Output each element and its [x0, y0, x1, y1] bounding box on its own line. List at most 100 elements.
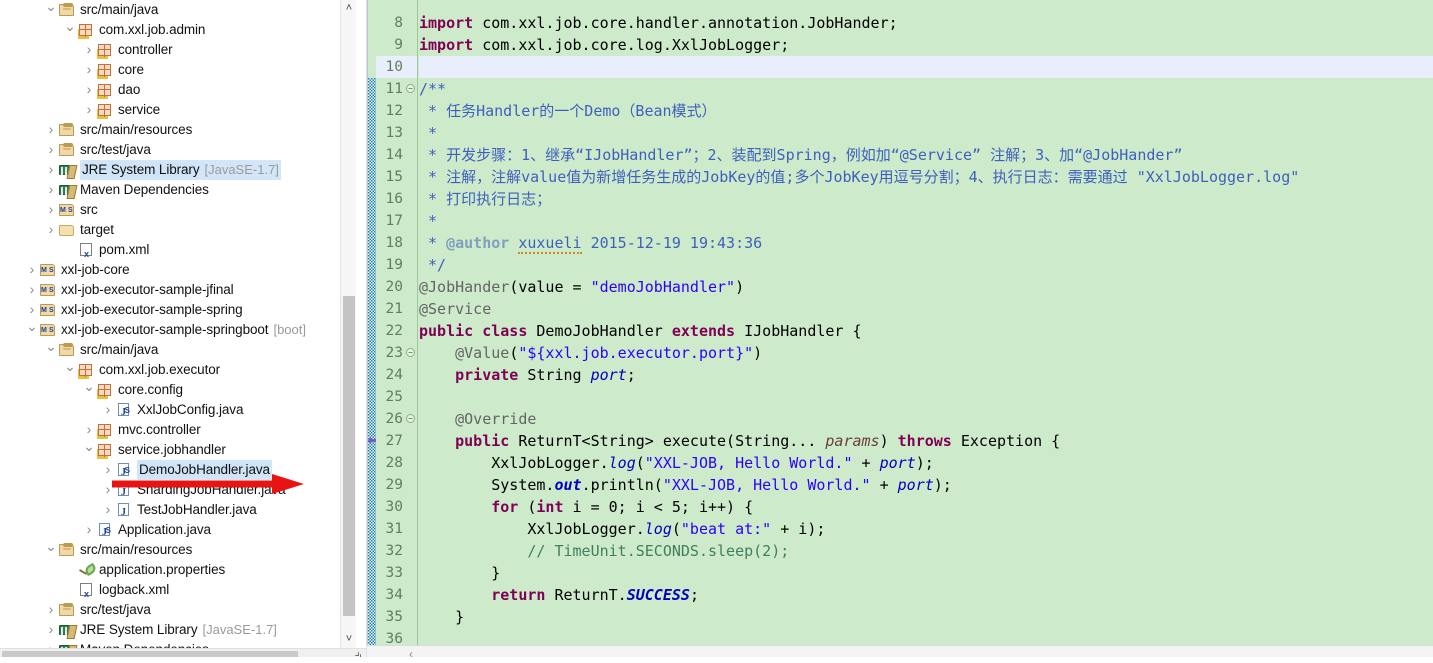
code-line[interactable]: public ReturnT<String> execute(String...…: [419, 430, 1433, 452]
code-line[interactable]: }: [419, 562, 1433, 584]
explorer-vscroll-thumb[interactable]: [343, 296, 355, 616]
chevron-down-icon[interactable]: [82, 379, 96, 401]
tree-item-dao[interactable]: dao: [0, 80, 340, 100]
tree-item-xxl-job-executor-sample-springboot[interactable]: xxl-job-executor-sample-springboot [boot]: [0, 319, 340, 341]
tree-item-xxl-job-core[interactable]: xxl-job-core: [0, 259, 340, 281]
chevron-right-icon[interactable]: [44, 139, 58, 161]
tree-item-logback-xml[interactable]: logback.xml: [0, 580, 340, 604]
tree-item-application-java[interactable]: Application.java: [0, 519, 340, 543]
code-line[interactable]: import com.xxl.job.core.log.XxlJobLogger…: [419, 34, 1433, 56]
code-line[interactable]: * 开发步骤：1、继承“IJobHandler”；2、装配到Spring，例如加…: [419, 144, 1433, 166]
code-line[interactable]: *: [419, 122, 1433, 144]
scroll-down-arrow-icon[interactable]: ˅: [341, 631, 357, 648]
code-line[interactable]: [419, 0, 1433, 12]
chevron-down-icon[interactable]: [63, 359, 77, 381]
chevron-right-icon[interactable]: [82, 99, 96, 121]
tree-item-src[interactable]: src: [0, 199, 340, 221]
tree-item-controller[interactable]: controller: [0, 40, 340, 60]
code-editor-panel[interactable]: 8 9 10 11−12 13 14 15 16 17 18 19 20 21 22 23−24 25 26−2…: [367, 0, 1433, 663]
tree-item-shardingjobhandler-java[interactable]: ShardingJobHandler.java: [0, 479, 340, 503]
chevron-right-icon[interactable]: [82, 39, 96, 61]
editor-line-number-gutter[interactable]: 8 9 10 11−12 13 14 15 16 17 18 19 20 21 22 23−24 25 26−2…: [376, 0, 418, 645]
package-explorer-panel[interactable]: src/main/java com.xxl.job.admin controller…: [0, 0, 367, 663]
tree-item-src-main-java[interactable]: src/main/java: [0, 0, 340, 20]
tree-item-application-properties[interactable]: application.properties: [0, 560, 340, 580]
tree-item-core-config[interactable]: core.config: [0, 380, 340, 400]
code-line[interactable]: for (int i = 0; i < 5; i++) {: [419, 496, 1433, 518]
tree-item-xxl-job-executor-sample-jfinal[interactable]: xxl-job-executor-sample-jfinal: [0, 280, 340, 301]
tree-item-maven-dependencies[interactable]: Maven Dependencies: [0, 180, 340, 200]
code-line[interactable]: import com.xxl.job.core.handler.annotati…: [419, 12, 1433, 34]
scroll-up-arrow-icon[interactable]: ˄: [341, 0, 357, 17]
line-number[interactable]: 16: [376, 188, 417, 210]
chevron-right-icon[interactable]: [44, 159, 58, 181]
tree-item-testjobhandler-java[interactable]: TestJobHandler.java: [0, 499, 340, 523]
fold-toggle-icon[interactable]: −: [406, 84, 415, 93]
line-number[interactable]: 30: [376, 496, 417, 518]
chevron-right-icon[interactable]: [44, 639, 58, 648]
code-line[interactable]: public class DemoJobHandler extends IJob…: [419, 320, 1433, 342]
line-number[interactable]: 28: [376, 452, 417, 474]
code-line[interactable]: [419, 628, 1433, 645]
editor-source-text[interactable]: import com.xxl.job.core.handler.annotati…: [419, 0, 1433, 645]
line-number[interactable]: 31: [376, 518, 417, 540]
chevron-down-icon[interactable]: [44, 339, 58, 361]
tree-item-xxl-job-executor-sample-spring[interactable]: xxl-job-executor-sample-spring: [0, 300, 340, 321]
line-number[interactable]: 27: [376, 430, 417, 452]
chevron-right-icon[interactable]: [82, 519, 96, 541]
chevron-right-icon[interactable]: [101, 499, 115, 521]
tree-item-service-jobhandler[interactable]: service.jobhandler: [0, 440, 340, 460]
tree-item-pom-xml[interactable]: pom.xml: [0, 240, 340, 264]
chevron-right-icon[interactable]: [44, 199, 58, 221]
tree-item-src-main-java[interactable]: src/main/java: [0, 340, 340, 360]
line-number[interactable]: 8: [376, 12, 417, 34]
chevron-down-icon[interactable]: [44, 0, 58, 21]
line-number[interactable]: 24: [376, 364, 417, 386]
line-number[interactable]: 26−: [376, 408, 417, 430]
line-number[interactable]: 18: [376, 232, 417, 254]
tree-item-maven-dependencies[interactable]: Maven Dependencies: [0, 640, 340, 648]
line-number[interactable]: 36: [376, 628, 417, 645]
line-number[interactable]: 12: [376, 100, 417, 122]
code-line[interactable]: */: [419, 254, 1433, 276]
line-number[interactable]: 32: [376, 540, 417, 562]
code-line[interactable]: [419, 386, 1433, 408]
tree-item-src-main-resources[interactable]: src/main/resources: [0, 120, 340, 140]
tree-item-com-xxl-job-admin[interactable]: com.xxl.job.admin: [0, 20, 340, 40]
chevron-right-icon[interactable]: [82, 59, 96, 81]
chevron-right-icon[interactable]: [101, 459, 115, 481]
chevron-down-icon[interactable]: [44, 539, 58, 561]
code-line[interactable]: /**: [419, 78, 1433, 100]
line-number[interactable]: 9: [376, 34, 417, 56]
line-number[interactable]: 34: [376, 584, 417, 606]
code-line[interactable]: *: [419, 210, 1433, 232]
code-line[interactable]: }: [419, 606, 1433, 628]
line-number[interactable]: 14: [376, 144, 417, 166]
explorer-vertical-scrollbar[interactable]: ˄ ˅: [340, 0, 356, 648]
chevron-right-icon[interactable]: [44, 119, 58, 141]
tree-item-target[interactable]: target: [0, 220, 340, 240]
code-line[interactable]: * @author xuxueli 2015-12-19 19:43:36: [419, 232, 1433, 254]
tree-item-core[interactable]: core: [0, 60, 340, 80]
code-line[interactable]: XxlJobLogger.log("beat at:" + i);: [419, 518, 1433, 540]
line-number[interactable]: 29: [376, 474, 417, 496]
line-number[interactable]: 35: [376, 606, 417, 628]
code-line[interactable]: @Value("${xxl.job.executor.port}"): [419, 342, 1433, 364]
fold-toggle-icon[interactable]: −: [406, 414, 415, 423]
chevron-right-icon[interactable]: [25, 259, 39, 281]
code-line[interactable]: // TimeUnit.SECONDS.sleep(2);: [419, 540, 1433, 562]
code-line[interactable]: System.out.println("XXL-JOB, Hello World…: [419, 474, 1433, 496]
code-line[interactable]: @Override: [419, 408, 1433, 430]
chevron-down-icon[interactable]: [25, 319, 39, 341]
fold-toggle-icon[interactable]: −: [406, 348, 415, 357]
line-number[interactable]: 20: [376, 276, 417, 298]
code-line[interactable]: * 打印执行日志；: [419, 188, 1433, 210]
line-number[interactable]: 22: [376, 320, 417, 342]
code-line[interactable]: * 注解，注解value值为新增任务生成的JobKey的值;多个JobKey用逗…: [419, 166, 1433, 188]
line-number[interactable]: 19: [376, 254, 417, 276]
line-number[interactable]: 13: [376, 122, 417, 144]
code-line[interactable]: @Service: [419, 298, 1433, 320]
chevron-right-icon[interactable]: [44, 599, 58, 621]
chevron-right-icon[interactable]: [44, 179, 58, 201]
chevron-right-icon[interactable]: [101, 479, 115, 501]
